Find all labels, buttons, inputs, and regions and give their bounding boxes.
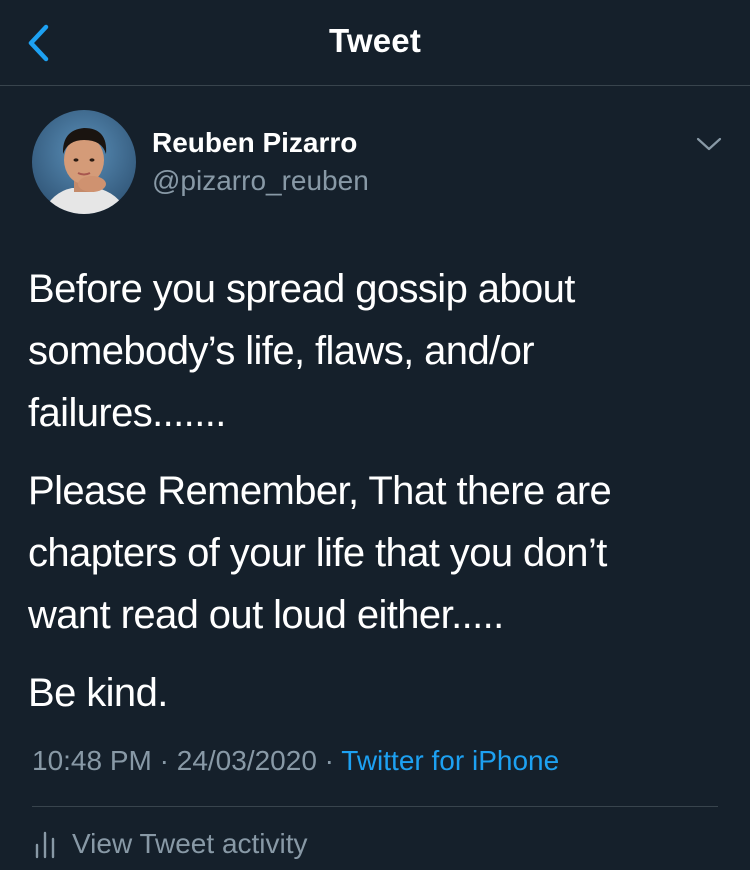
divider	[32, 806, 718, 807]
tweet-paragraph: Be kind.	[28, 671, 168, 715]
author-name[interactable]: Reuben Pizarro	[152, 127, 357, 159]
meta-separator: ·	[159, 745, 169, 776]
page-title: Tweet	[328, 22, 422, 59]
avatar[interactable]	[32, 110, 136, 214]
chevron-down-icon	[696, 137, 722, 151]
tweet-paragraph: Before you spread gossip about somebody’…	[28, 267, 575, 435]
author-handle[interactable]: @pizarro_reuben	[152, 165, 369, 197]
tweet-source-link[interactable]: Twitter for iPhone	[341, 745, 559, 776]
nav-bar: Tweet	[0, 0, 750, 86]
tweet-meta: 10:48 PM · 24/03/2020 · Twitter for iPho…	[32, 745, 559, 777]
tweet-menu-button[interactable]	[690, 128, 728, 160]
meta-separator: ·	[324, 745, 334, 776]
tweet-text: Before you spread gossip about somebody’…	[28, 258, 728, 740]
view-tweet-activity-button[interactable]: View Tweet activity	[32, 828, 308, 860]
bar-chart-icon	[35, 831, 55, 859]
tweet-paragraph: Please Remember, That there are chapters…	[28, 469, 612, 637]
tweet-time: 10:48 PM	[32, 745, 152, 776]
tweet-date: 24/03/2020	[176, 745, 317, 776]
activity-label: View Tweet activity	[72, 828, 308, 859]
